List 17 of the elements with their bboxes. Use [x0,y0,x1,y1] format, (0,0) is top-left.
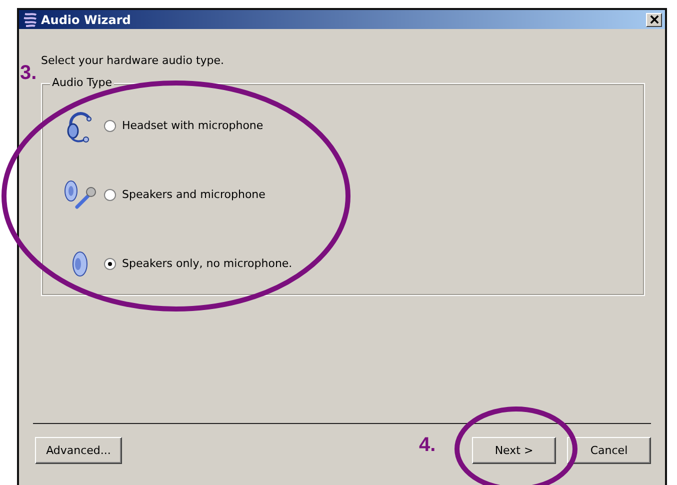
step-number: 3. [20,62,37,85]
option-label: Speakers only, no microphone. [122,257,292,270]
option-label: Speakers and microphone [122,188,266,201]
radio-button[interactable] [104,258,116,270]
close-icon [650,15,658,24]
next-button[interactable]: Next > [472,437,556,464]
advanced-button[interactable]: Advanced... [35,437,122,464]
cancel-button[interactable]: Cancel [567,437,651,464]
step-number: 4. [419,434,436,457]
window-title: Audio Wizard [41,12,132,26]
option-label: Headset with microphone [122,119,264,132]
instruction-text: Select your hardware audio type. [41,54,226,67]
group-label: Audio Type [50,76,114,89]
radio-button[interactable] [104,188,116,200]
app-icon [22,12,38,28]
close-button[interactable] [646,12,662,26]
radio-button[interactable] [104,120,116,132]
